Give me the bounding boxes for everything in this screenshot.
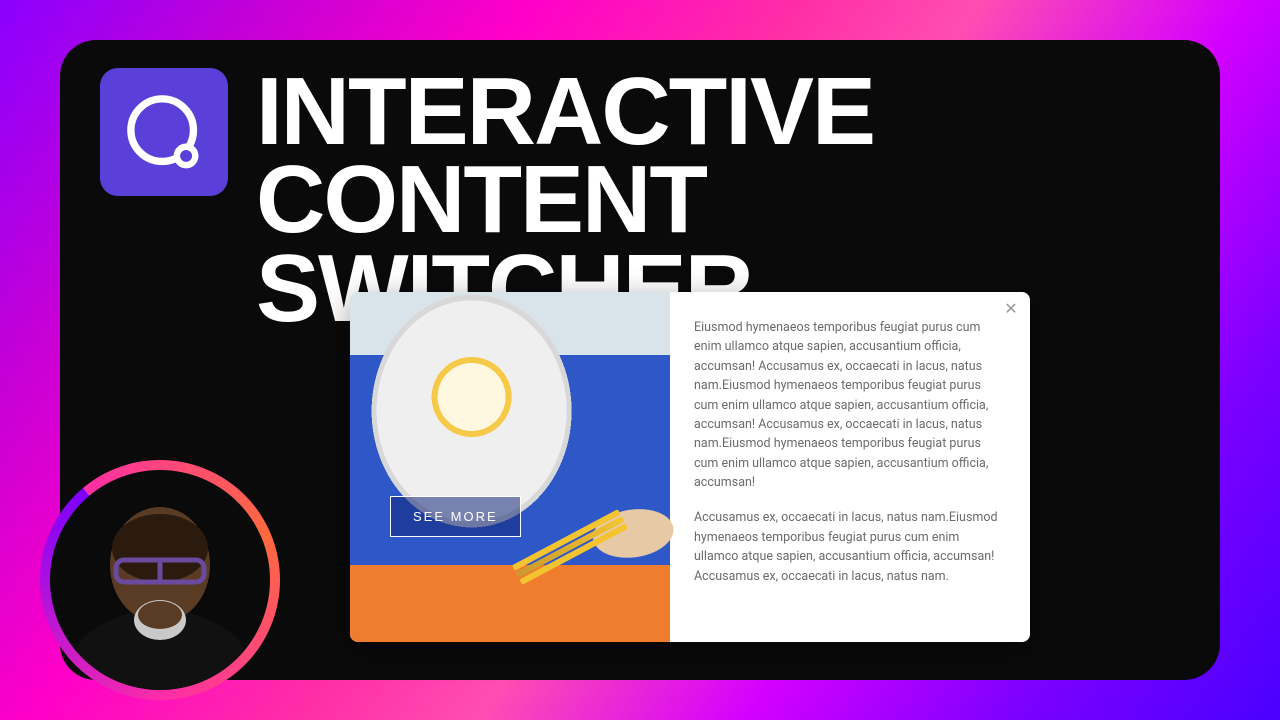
gradient-background: INTERACTIVE CONTENT SWITCHER SEE MORE ✕ … xyxy=(0,0,1280,720)
switcher-image-pane: SEE MORE xyxy=(350,292,670,642)
switcher-paragraph-1: Eiusmod hymenaeos temporibus feugiat pur… xyxy=(694,318,1002,492)
switcher-paragraph-2: Accusamus ex, occaecati in lacus, natus … xyxy=(694,508,1002,586)
hand-illustration xyxy=(513,461,687,592)
avatar-illustration-icon xyxy=(60,470,260,690)
presenter-avatar xyxy=(50,470,270,690)
main-card: INTERACTIVE CONTENT SWITCHER SEE MORE ✕ … xyxy=(60,40,1220,680)
fork-illustration xyxy=(516,516,625,578)
logo-tile xyxy=(100,68,228,196)
switcher-text-pane: ✕ Eiusmod hymenaeos temporibus feugiat p… xyxy=(670,292,1030,642)
close-icon[interactable]: ✕ xyxy=(1002,300,1020,318)
circle-logo-icon xyxy=(118,86,210,178)
content-switcher-panel: SEE MORE ✕ Eiusmod hymenaeos temporibus … xyxy=(350,292,1030,642)
avatar-ring xyxy=(40,460,280,700)
see-more-button[interactable]: SEE MORE xyxy=(390,496,521,537)
